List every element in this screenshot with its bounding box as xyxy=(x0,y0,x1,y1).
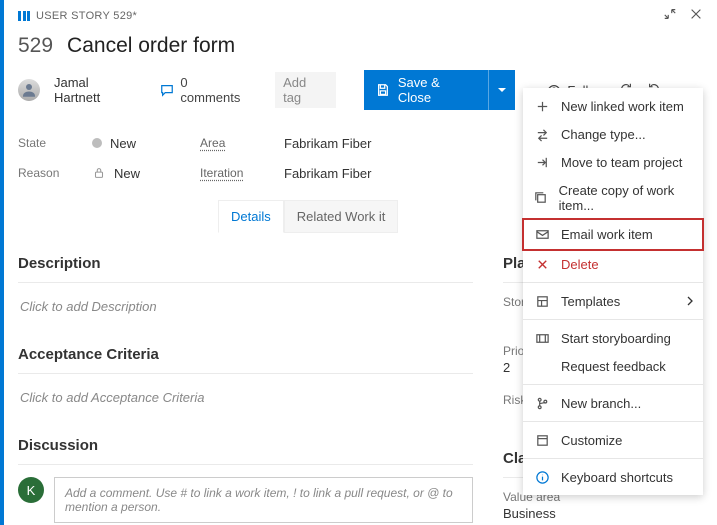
divider xyxy=(18,282,473,283)
save-and-close-button[interactable]: Save & Close xyxy=(364,70,489,110)
menu-delete[interactable]: Delete xyxy=(523,250,703,278)
breadcrumb[interactable]: USER STORY 529* xyxy=(18,10,137,22)
template-icon xyxy=(533,294,551,309)
state-value[interactable]: New xyxy=(92,136,136,151)
save-dropdown-button[interactable] xyxy=(488,70,515,110)
branch-icon xyxy=(533,396,551,411)
breadcrumb-text: USER STORY 529* xyxy=(36,10,137,22)
divider xyxy=(18,464,473,465)
menu-customize[interactable]: Customize xyxy=(523,426,703,454)
add-tag-button[interactable]: Add tag xyxy=(275,72,336,108)
menu-separator xyxy=(523,384,703,385)
state-dot-icon xyxy=(92,138,102,148)
menu-separator xyxy=(523,458,703,459)
discussion-input[interactable]: Add a comment. Use # to link a work item… xyxy=(54,477,473,523)
delete-icon xyxy=(533,257,551,272)
menu-change-type[interactable]: Change type... xyxy=(523,120,703,148)
menu-request-feedback[interactable]: Request feedback xyxy=(523,352,703,380)
info-icon xyxy=(533,470,551,485)
mail-icon xyxy=(533,227,551,242)
copy-icon xyxy=(533,190,549,205)
iteration-label: Iteration xyxy=(200,166,262,180)
menu-new-branch[interactable]: New branch... xyxy=(523,389,703,417)
storyboard-icon xyxy=(533,331,551,346)
title-row: 529 Cancel order form xyxy=(18,34,703,58)
assignee-name[interactable]: Jamal Hartnett xyxy=(54,75,138,105)
accent-bar xyxy=(0,0,4,525)
divider xyxy=(18,373,473,374)
acceptance-input[interactable]: Click to add Acceptance Criteria xyxy=(18,386,473,409)
menu-separator xyxy=(523,319,703,320)
reason-label: Reason xyxy=(18,166,70,180)
chevron-right-icon xyxy=(685,294,695,309)
area-label: Area xyxy=(200,136,262,150)
menu-move-to-team-project[interactable]: Move to team project xyxy=(523,148,703,176)
menu-keyboard-shortcuts[interactable]: Keyboard shortcuts xyxy=(523,463,703,491)
plus-icon xyxy=(533,99,551,114)
work-item-type-icon xyxy=(18,11,30,21)
customize-icon xyxy=(533,433,551,448)
work-item-id: 529 xyxy=(18,34,53,58)
menu-start-storyboarding[interactable]: Start storyboarding xyxy=(523,324,703,352)
work-item-title[interactable]: Cancel order form xyxy=(67,34,235,58)
menu-new-linked-work-item[interactable]: New linked work item xyxy=(523,92,703,120)
description-input[interactable]: Click to add Description xyxy=(18,295,473,318)
iteration-value[interactable]: Fabrikam Fiber xyxy=(284,166,371,181)
assignee-avatar[interactable] xyxy=(18,79,40,101)
acceptance-heading: Acceptance Criteria xyxy=(18,346,473,363)
description-heading: Description xyxy=(18,255,473,272)
tab-related-work[interactable]: Related Work it xyxy=(284,200,399,233)
area-value[interactable]: Fabrikam Fiber xyxy=(284,136,371,151)
move-icon xyxy=(533,155,551,170)
menu-email-work-item[interactable]: Email work item xyxy=(523,219,703,250)
swap-icon xyxy=(533,127,551,142)
discussion-heading: Discussion xyxy=(18,437,473,454)
menu-separator xyxy=(523,282,703,283)
comments-link[interactable]: 0 comments xyxy=(160,75,251,105)
state-label: State xyxy=(18,136,70,150)
value-area-value[interactable]: Business xyxy=(503,506,703,521)
current-user-avatar: K xyxy=(18,477,44,503)
menu-templates[interactable]: Templates xyxy=(523,287,703,315)
menu-separator xyxy=(523,421,703,422)
more-actions-menu: New linked work item Change type... Move… xyxy=(523,88,703,495)
tab-details[interactable]: Details xyxy=(218,200,284,233)
reason-value[interactable]: New xyxy=(92,166,140,181)
close-icon[interactable] xyxy=(689,7,703,26)
save-label: Save & Close xyxy=(398,75,477,105)
menu-create-copy[interactable]: Create copy of work item... xyxy=(523,176,703,219)
collapse-icon[interactable] xyxy=(663,7,677,26)
comments-count: 0 comments xyxy=(180,75,251,105)
